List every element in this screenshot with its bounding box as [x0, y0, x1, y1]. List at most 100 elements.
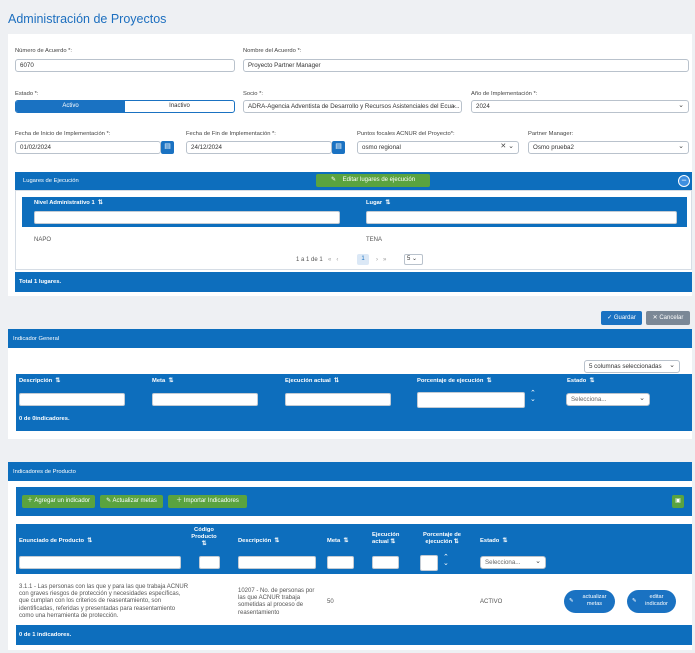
filter-enunciado[interactable] — [19, 556, 181, 569]
producto-toolbar: ＋ Agregar un indicador ✎ Actualizar meta… — [16, 487, 692, 516]
col-codigo[interactable]: Código Producto ⇅ — [191, 527, 217, 548]
col-nivel[interactable]: Nivel Administrativo 1 ⇅ — [34, 200, 103, 206]
partner-select[interactable]: Osmo prueba2 ⌄ — [528, 141, 689, 154]
cell-meta: 50 — [327, 599, 334, 605]
fecha-fin-label: Fecha de Fin de Implementación *: — [186, 131, 276, 137]
agregar-indicador-button[interactable]: ＋ Agregar un indicador — [22, 495, 95, 508]
chevron-down-icon: ⌄ — [678, 143, 684, 150]
actualizar-metas-button[interactable]: ✎ Actualizar metas — [100, 495, 163, 508]
cell-enunciado: 3.1.1 - Las personas con las que y para … — [19, 584, 189, 619]
cell-descripcion-producto: 10207 - No. de personas por las que ACNU… — [238, 588, 315, 616]
filter-codigo[interactable] — [199, 556, 220, 569]
nombre-input[interactable]: Proyecto Partner Manager — [243, 59, 689, 72]
producto-footer-bar: 0 de 1 indicadores. — [16, 625, 692, 645]
filter-ejecucion[interactable] — [285, 393, 391, 406]
col-ejecucion-producto[interactable]: Ejecución actual ⇅ — [372, 532, 406, 546]
partner-label: Partner Manager: — [528, 131, 574, 137]
nombre-label: Nombre del Acuerdo *: — [243, 48, 302, 54]
edit-lugares-label: Editar lugares de ejecución — [342, 177, 416, 183]
estado-inactivo-option[interactable]: Inactivo — [125, 101, 234, 112]
estado-label: Estado *: — [15, 91, 39, 97]
page-title: Administración de Proyectos — [8, 12, 167, 26]
fecha-inicio-input[interactable]: 01/02/2024 — [15, 141, 161, 154]
filter-descripcion[interactable] — [19, 393, 125, 406]
lugares-table: Nivel Administrativo 1 ⇅ Lugar ⇅ NAPO TE… — [15, 190, 692, 270]
filter-nivel-input[interactable] — [34, 211, 340, 224]
estado-toggle[interactable]: Activo Inactivo — [15, 100, 235, 113]
col-meta-producto[interactable]: Meta ⇅ — [327, 538, 348, 544]
estado-producto-select[interactable]: Selecciona... ⌄ — [480, 556, 546, 569]
page-1-button[interactable]: 1 — [357, 254, 369, 265]
indicador-general-footer: 0 de 0indicadores. — [19, 416, 70, 422]
collapse-icon[interactable]: − — [678, 175, 690, 187]
pencil-icon: ✎ — [569, 598, 574, 604]
producto-footer: 0 de 1 indicadores. — [19, 632, 72, 638]
estado-activo-option[interactable]: Activo — [16, 101, 125, 112]
calendar-icon[interactable]: ▤ — [161, 141, 174, 154]
spinner-icon[interactable]: ⌃ ⌄ — [443, 554, 449, 567]
cancelar-button[interactable]: ✕ Cancelar — [646, 311, 690, 325]
col-ejecucion[interactable]: Ejecución actual ⇅ — [285, 378, 339, 384]
anio-value: 2024 — [476, 103, 490, 110]
pager-nav-icons[interactable]: « ‹ — [328, 257, 338, 264]
row-editar-indicador-button[interactable]: ✎ editar indicador — [627, 590, 676, 613]
col-porcentaje[interactable]: Porcentaje de ejecución ⇅ — [417, 378, 491, 384]
filter-descripcion-producto[interactable] — [238, 556, 316, 569]
per-page-select[interactable]: 5 ⌄ — [404, 254, 423, 265]
clear-chevron-icons[interactable]: ✕ ⌄ — [500, 143, 514, 151]
col-enunciado[interactable]: Enunciado de Producto ⇅ — [19, 538, 92, 544]
spinner-icon[interactable]: ⌃ ⌄ — [530, 390, 536, 403]
partner-value: Osmo prueba2 — [533, 144, 574, 151]
cell-lugar: TENA — [366, 237, 383, 243]
col-porcentaje-producto[interactable]: Porcentaje de ejecución ⇅ — [420, 532, 464, 546]
estado-filter-select[interactable]: Selecciona... ⌄ — [566, 393, 650, 406]
indicadores-producto-card: Indicadores de Producto ＋ Agregar un ind… — [8, 462, 692, 650]
lugares-header-bar: Lugares de Ejecución ✎ Editar lugares de… — [15, 172, 692, 190]
cell-estado: ACTIVO — [480, 599, 503, 605]
columns-select[interactable]: 5 columnas seleccionadas ⌄ — [584, 360, 680, 373]
lugares-header: Lugares de Ejecución — [23, 178, 79, 184]
chevron-down-icon: ⌄ — [535, 558, 541, 565]
filter-porcentaje[interactable] — [417, 392, 525, 408]
anio-select[interactable]: 2024 ⌄ — [471, 100, 689, 113]
col-meta[interactable]: Meta ⇅ — [152, 378, 173, 384]
filter-porcentaje-producto[interactable] — [420, 555, 438, 571]
chevron-down-icon: ⌄ — [669, 362, 675, 369]
lugares-footer-bar: Total 1 lugares. — [15, 272, 692, 292]
puntos-select[interactable]: osmo regional ✕ ⌄ — [357, 141, 519, 154]
project-form-card: Número de Acuerdo *: 6070 Nombre del Acu… — [8, 34, 692, 296]
pager-next-icons[interactable]: › » — [376, 257, 386, 264]
row-actualizar-metas-button[interactable]: ✎ actualizar metas — [564, 590, 615, 613]
indicadores-producto-header: Indicadores de Producto — [8, 462, 692, 481]
puntos-label: Puntos focales ACNUR del Proyecto*: — [357, 131, 455, 137]
col-estado[interactable]: Estado ⇅ — [567, 378, 594, 384]
socio-select[interactable]: ADRA-Agencia Adventista de Desarrollo y … — [243, 100, 462, 113]
anio-label: Año de Implementación *: — [471, 91, 538, 97]
filter-meta-producto[interactable] — [327, 556, 354, 569]
importar-indicadores-button[interactable]: ＋ Importar Indicadores — [168, 495, 247, 508]
edit-lugares-button[interactable]: ✎ Editar lugares de ejecución — [316, 174, 430, 187]
socio-label: Socio *: — [243, 91, 263, 97]
pager-text: 1 a 1 de 1 — [296, 257, 323, 263]
excel-export-icon[interactable]: ▣ — [672, 495, 684, 508]
filter-ejecucion-producto[interactable] — [372, 556, 399, 569]
indicador-general-table: Descripción ⇅ Meta ⇅ Ejecución actual ⇅ … — [16, 374, 692, 431]
col-descripcion[interactable]: Descripción ⇅ — [19, 378, 60, 384]
col-estado-producto[interactable]: Estado ⇅ — [480, 538, 507, 544]
socio-value: ADRA-Agencia Adventista de Desarrollo y … — [248, 103, 460, 110]
chevron-down-icon: ⌄ — [678, 102, 684, 109]
chevron-down-icon: ⌄ — [639, 395, 645, 402]
lugares-total: Total 1 lugares. — [19, 279, 62, 285]
pencil-icon: ✎ — [330, 177, 336, 183]
col-descripcion-producto[interactable]: Descripción ⇅ — [238, 538, 279, 544]
col-lugar[interactable]: Lugar ⇅ — [366, 200, 390, 206]
numero-label: Número de Acuerdo *: — [15, 48, 73, 54]
calendar-icon[interactable]: ▤ — [332, 141, 345, 154]
fecha-fin-input[interactable]: 24/12/2024 — [186, 141, 332, 154]
filter-lugar-input[interactable] — [366, 211, 677, 224]
filter-meta[interactable] — [152, 393, 258, 406]
numero-input[interactable]: 6070 — [15, 59, 235, 72]
fecha-inicio-label: Fecha de Inicio de Implementación *: — [15, 131, 111, 137]
indicador-general-header: Indicador General — [8, 329, 692, 348]
guardar-button[interactable]: ✓ Guardar — [601, 311, 642, 325]
